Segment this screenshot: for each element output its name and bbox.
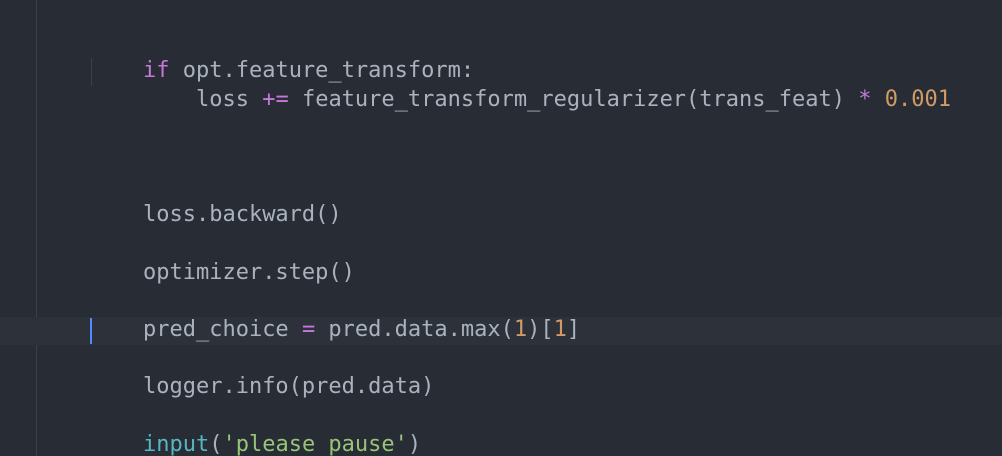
text-cursor — [90, 318, 92, 344]
code-text: ( — [209, 432, 223, 456]
gutter-divider — [36, 0, 37, 456]
code-line-7[interactable]: input('please pause') — [90, 403, 421, 456]
code-text: loss.backward() — [142, 202, 342, 227]
number-literal: 0.001 — [884, 87, 951, 112]
code-line-3[interactable]: loss.backward() — [90, 173, 342, 227]
operator-multiply: * — [858, 87, 872, 112]
code-text: ) — [407, 432, 422, 456]
builtin-function: input — [142, 432, 210, 456]
code-line-4[interactable]: optimizer.step() — [90, 231, 355, 285]
code-text: pred.data.max( — [315, 317, 514, 342]
code-line-5[interactable]: pred_choice = pred.data.max(1)[1] — [90, 288, 580, 342]
code-line-1[interactable]: if opt.feature_transform: — [90, 29, 474, 83]
number-literal: 1 — [553, 317, 567, 342]
string-literal: 'please pause' — [222, 432, 408, 456]
operator-assign: = — [301, 317, 316, 342]
code-text: optimizer.step() — [142, 260, 355, 285]
code-text: logger.info(pred.data) — [142, 374, 435, 399]
code-text: )[ — [527, 317, 554, 342]
code-text: pred_choice — [142, 317, 302, 342]
code-text: ] — [566, 317, 581, 342]
code-text: feature_transform_regularizer(trans_feat… — [288, 87, 859, 112]
code-line-2[interactable]: loss += feature_transform_regularizer(tr… — [90, 58, 951, 112]
operator-plus-equals: += — [262, 87, 289, 112]
code-text: loss — [195, 87, 263, 112]
code-line-6[interactable]: logger.info(pred.data) — [90, 345, 434, 399]
number-literal: 1 — [513, 317, 528, 342]
code-editor[interactable]: if opt.feature_transform: loss += featur… — [0, 0, 1002, 456]
